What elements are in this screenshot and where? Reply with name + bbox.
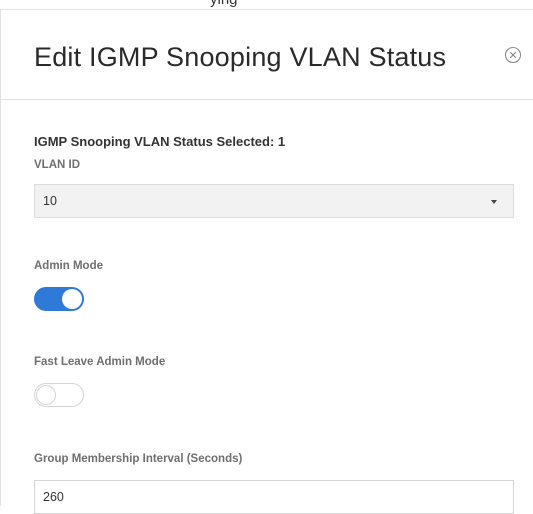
fast-leave-admin-mode-label: Fast Leave Admin Mode <box>34 356 166 368</box>
group-membership-interval-input[interactable] <box>34 480 514 514</box>
close-button[interactable] <box>503 45 523 65</box>
admin-mode-label: Admin Mode <box>34 260 103 272</box>
vlan-id-label: VLAN ID <box>34 159 80 171</box>
dialog-title: Edit IGMP Snooping VLAN Status <box>34 42 447 72</box>
dialog-header: Edit IGMP Snooping VLAN Status <box>1 10 533 100</box>
selected-count-text: IGMP Snooping VLAN Status Selected: 1 <box>34 134 285 149</box>
caret-down-icon <box>491 200 497 204</box>
admin-mode-toggle[interactable] <box>34 287 84 311</box>
vlan-id-select[interactable]: 10 <box>34 184 514 218</box>
vlan-id-value: 10 <box>43 194 57 208</box>
close-circle-icon <box>504 46 522 64</box>
selected-count-label: IGMP Snooping VLAN Status Selected: <box>34 134 275 149</box>
background-heading-text: ying <box>210 0 238 8</box>
edit-dialog: Edit IGMP Snooping VLAN Status IGMP Snoo… <box>0 9 533 514</box>
fast-leave-admin-mode-toggle[interactable] <box>34 383 84 407</box>
toggle-knob <box>62 289 82 309</box>
toggle-knob <box>36 385 56 405</box>
selected-count-value: 1 <box>277 134 286 149</box>
group-membership-interval-label: Group Membership Interval (Seconds) <box>34 453 243 465</box>
